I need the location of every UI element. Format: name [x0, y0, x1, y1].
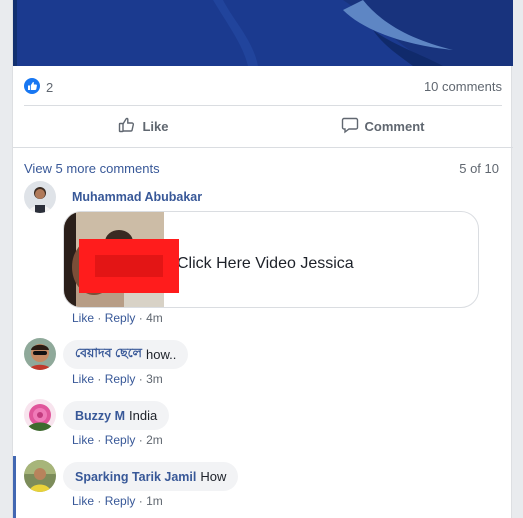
- comment-like-link[interactable]: Like: [72, 433, 94, 447]
- speech-bubble-icon: [341, 116, 359, 137]
- like-button[interactable]: Like: [24, 106, 263, 146]
- comment-time[interactable]: 1m: [146, 494, 163, 508]
- separator: ·: [97, 433, 102, 447]
- separator: ·: [97, 311, 102, 325]
- separator: ·: [138, 372, 143, 386]
- highlight-bar: [13, 456, 16, 518]
- comment-bubble: বেয়াদব ছেলে how..: [63, 340, 189, 369]
- redaction-block: [79, 239, 179, 293]
- comment-text: India: [129, 408, 158, 423]
- comment-button-label: Comment: [364, 118, 425, 134]
- reaction-summary[interactable]: 2: [24, 78, 53, 97]
- avatar[interactable]: [24, 181, 56, 213]
- comment-like-link[interactable]: Like: [72, 311, 94, 325]
- comments-pager: 5 of 10: [459, 161, 499, 176]
- comment-text: How: [200, 469, 227, 484]
- post-image[interactable]: [13, 0, 513, 66]
- comment-actions: Like · Reply · 4m: [72, 311, 163, 325]
- comment-time[interactable]: 2m: [146, 433, 163, 447]
- comment-text: how..: [146, 347, 177, 362]
- comments-count[interactable]: 10 comments: [424, 79, 502, 94]
- comment-actions: Like · Reply · 1m: [72, 494, 163, 508]
- comment-bubble: Buzzy M India: [63, 401, 170, 430]
- post-card: 2 10 comments Like Comment View 5 more c…: [12, 0, 513, 518]
- comment-bubble: Sparking Tarik Jamil How: [63, 462, 239, 491]
- separator: ·: [97, 372, 102, 386]
- comment-like-link[interactable]: Like: [72, 372, 94, 386]
- like-badge-icon: [24, 78, 40, 97]
- comment-button[interactable]: Comment: [263, 106, 502, 146]
- comment-time[interactable]: 3m: [146, 372, 163, 386]
- comment-actions: Like · Reply · 3m: [72, 372, 163, 386]
- comment-author[interactable]: Muhammad Abubakar: [72, 190, 202, 204]
- comment-reply-link[interactable]: Reply: [105, 433, 136, 447]
- preview-title: Click Here Video Jessica: [177, 255, 354, 272]
- comment-reply-link[interactable]: Reply: [105, 372, 136, 386]
- separator: ·: [138, 311, 143, 325]
- comment-like-link[interactable]: Like: [72, 494, 94, 508]
- avatar[interactable]: [24, 338, 56, 370]
- comment-author[interactable]: বেয়াদব ছেলে: [75, 345, 142, 365]
- thumbs-up-icon: [118, 116, 136, 137]
- comment-time[interactable]: 4m: [146, 311, 163, 325]
- avatar[interactable]: [24, 399, 56, 431]
- separator: ·: [138, 433, 143, 447]
- redaction-inner: [95, 255, 163, 277]
- comment-reply-link[interactable]: Reply: [105, 494, 136, 508]
- post-stats: 2 10 comments: [24, 78, 502, 96]
- avatar[interactable]: [24, 460, 56, 492]
- comment-author[interactable]: Sparking Tarik Jamil: [75, 470, 196, 484]
- like-button-label: Like: [142, 118, 169, 134]
- comment-reply-link[interactable]: Reply: [105, 311, 136, 325]
- reaction-count: 2: [46, 80, 54, 95]
- separator: ·: [138, 494, 143, 508]
- view-more-comments-link[interactable]: View 5 more comments: [24, 161, 160, 176]
- separator: ·: [97, 494, 102, 508]
- comment-actions: Like · Reply · 2m: [72, 433, 163, 447]
- post-actions: Like Comment: [24, 106, 502, 146]
- divider: [13, 147, 513, 148]
- comment-author[interactable]: Buzzy M: [75, 409, 125, 423]
